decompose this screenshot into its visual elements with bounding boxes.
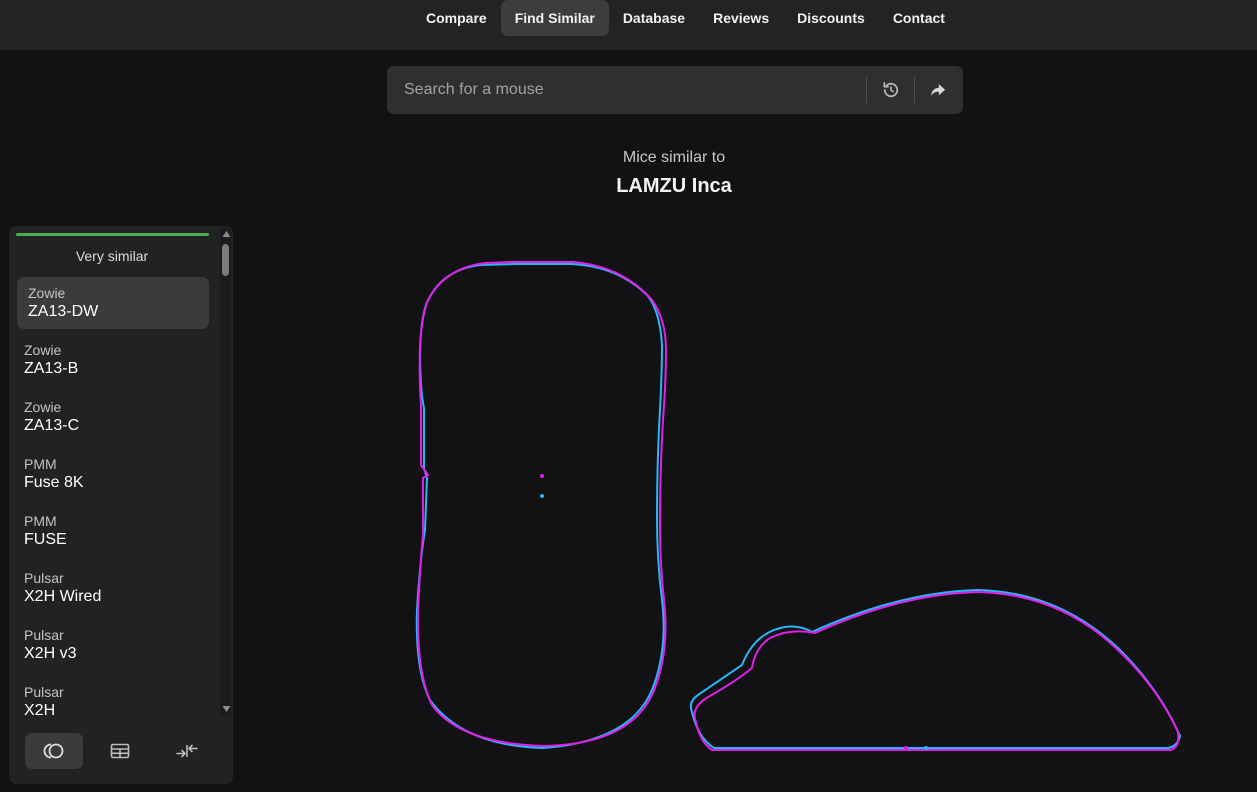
side-view-compare-dot (924, 746, 928, 750)
top-view-reference-center-dot (540, 474, 544, 478)
side-view-reference-dot (904, 746, 908, 750)
top-view-reference-outline (416, 261, 668, 748)
top-view-compare-center-dot (540, 494, 544, 498)
side-view-compare-outline (689, 588, 1182, 749)
shape-overlay-canvas (415, 261, 1182, 751)
side-view-reference-outline (693, 590, 1180, 751)
top-view-compare-outline (415, 263, 665, 750)
